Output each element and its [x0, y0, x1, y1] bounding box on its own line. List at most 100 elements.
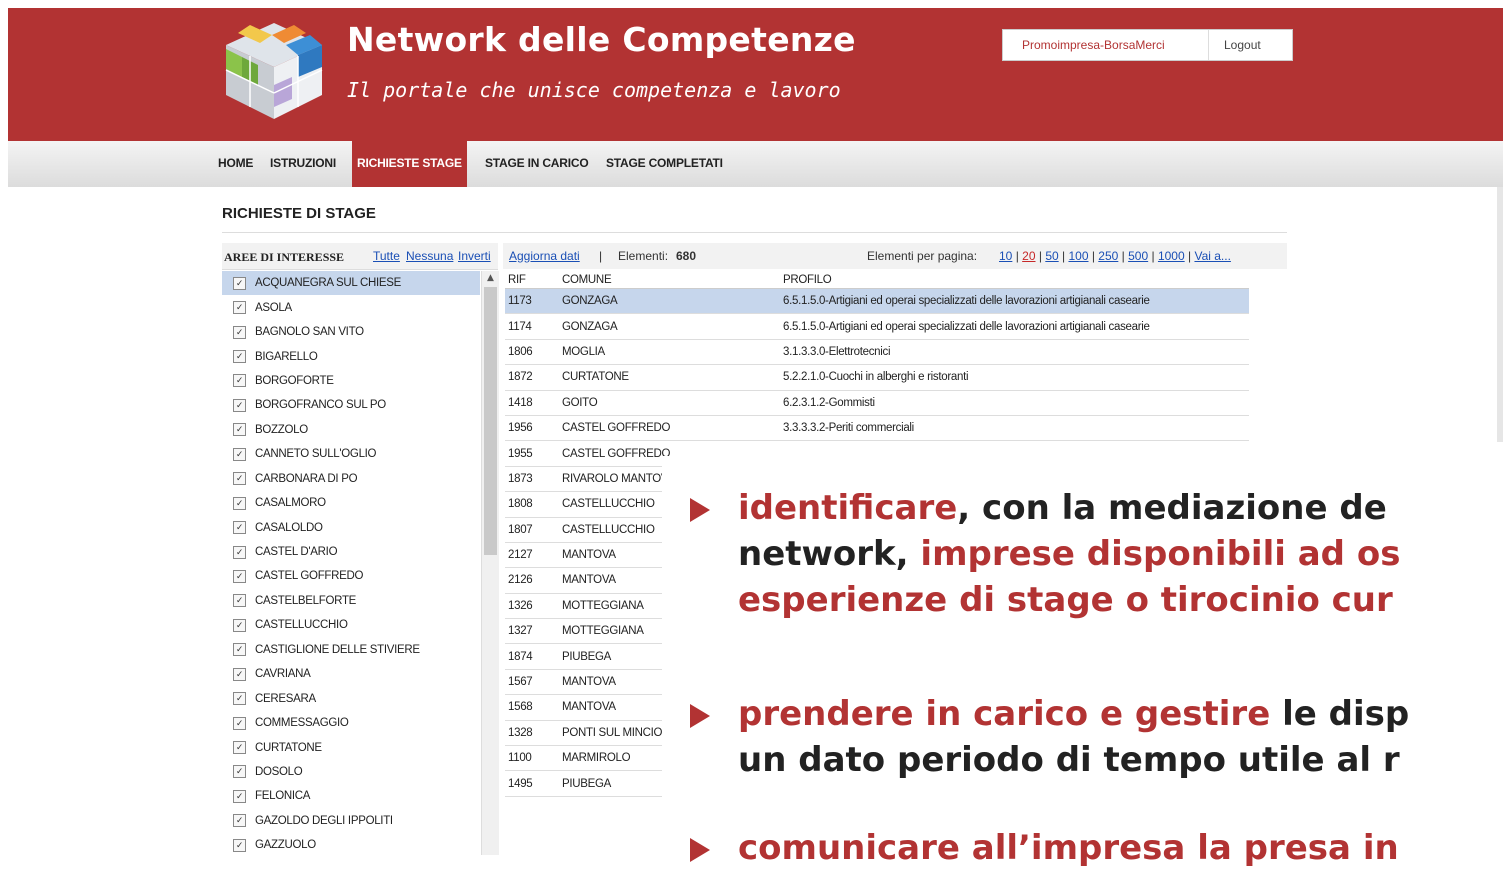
area-item[interactable]: ✓ CASTEL GOFFREDO — [222, 564, 480, 588]
cell-comune: PIUBEGA — [562, 650, 612, 663]
checkbox-checked-icon[interactable]: ✓ — [233, 398, 246, 412]
area-item[interactable]: ✓ CERESARA — [222, 686, 480, 710]
area-item[interactable]: ✓ CANNETO SULL'OGLIO — [222, 442, 480, 466]
checkbox-checked-icon[interactable]: ✓ — [233, 350, 246, 364]
area-item[interactable]: ✓ CARBONARA DI PO — [222, 467, 480, 491]
nav-stage-in-carico[interactable]: STAGE IN CARICO — [485, 141, 589, 187]
bullet-line: comunicare all’impresa la presa in — [738, 827, 1399, 869]
cell-profilo: 3.3.3.3.2-Periti commerciali — [783, 422, 914, 435]
select-none-link[interactable]: Nessuna — [406, 249, 453, 263]
table-row[interactable]: 1872 CURTATONE 5.2.2.1.0-Cuochi in albergh… — [505, 365, 1249, 391]
column-header[interactable]: PROFILO — [783, 274, 832, 286]
table-row[interactable]: 1418 GOITO 6.2.3.1.2-Gommisti — [505, 391, 1249, 416]
nav-richieste-stage[interactable]: RICHIESTE STAGE — [352, 141, 467, 187]
area-item[interactable]: ✓ BAGNOLO SAN VITO — [222, 320, 480, 344]
column-header[interactable]: COMUNE — [562, 274, 612, 286]
checkbox-checked-icon[interactable]: ✓ — [233, 496, 246, 510]
user-box: Promoimpresa-BorsaMerci Logout — [1002, 29, 1293, 61]
site-subtitle: Il portale che unisce competenza e lavor… — [347, 78, 841, 102]
nav-stage-completati[interactable]: STAGE COMPLETATI — [606, 141, 723, 187]
table-row[interactable]: 1173 GONZAGA 6.5.1.5.0-Artigiani ed operai… — [505, 289, 1249, 315]
checkbox-checked-icon[interactable]: ✓ — [233, 472, 246, 486]
area-item-label: CAVRIANA — [255, 668, 311, 681]
invert-selection-link[interactable]: Inverti — [458, 249, 491, 263]
checkbox-checked-icon[interactable]: ✓ — [233, 594, 246, 608]
nav-home[interactable]: HOME — [218, 141, 253, 187]
areas-scrollbar[interactable]: ▲ — [481, 271, 499, 855]
cell-rif: 1956 — [508, 422, 533, 435]
table-row[interactable]: 1174 GONZAGA 6.5.1.5.0-Artigiani ed operai… — [505, 314, 1249, 340]
area-item[interactable]: ✓ CURTATONE — [222, 735, 480, 759]
area-item[interactable]: ✓ CASTELLUCCHIO — [222, 613, 480, 637]
checkbox-checked-icon[interactable]: ✓ — [233, 814, 246, 828]
per-page-option[interactable]: 50 — [1045, 249, 1058, 263]
checkbox-checked-icon[interactable]: ✓ — [233, 545, 246, 559]
area-item[interactable]: ✓ CASALMORO — [222, 491, 480, 515]
area-item[interactable]: ✓ BORGOFORTE — [222, 369, 480, 393]
area-item[interactable]: ✓ ACQUANEGRA SUL CHIESE — [222, 271, 480, 296]
per-page-option[interactable]: 20 — [1022, 249, 1035, 263]
area-item[interactable]: ✓ BIGARELLO — [222, 344, 480, 368]
area-item[interactable]: ✓ CASALOLDO — [222, 515, 480, 539]
area-item-label: CASTELLUCCHIO — [255, 619, 348, 632]
cell-comune: MARMIROLO — [562, 752, 631, 765]
scrollbar-thumb[interactable] — [484, 287, 497, 555]
area-item[interactable]: ✓ COMMESSAGGIO — [222, 711, 480, 735]
area-item[interactable]: ✓ FELONICA — [222, 784, 480, 808]
checkbox-checked-icon[interactable]: ✓ — [233, 521, 246, 535]
cube-logo — [225, 23, 323, 119]
per-page-option[interactable]: 10 — [999, 249, 1012, 263]
checkbox-checked-icon[interactable]: ✓ — [233, 569, 246, 583]
per-page-option[interactable]: 500 — [1128, 249, 1148, 263]
checkbox-checked-icon[interactable]: ✓ — [233, 325, 246, 339]
checkbox-checked-icon[interactable]: ✓ — [233, 765, 246, 779]
main-nav: HOME ISTRUZIONI RICHIESTE STAGE STAGE IN… — [8, 141, 1503, 187]
checkbox-checked-icon[interactable]: ✓ — [233, 838, 246, 852]
bullet-line: un dato periodo di tempo utile al r — [738, 739, 1400, 781]
checkbox-checked-icon[interactable]: ✓ — [233, 276, 246, 290]
checkbox-checked-icon[interactable]: ✓ — [233, 643, 246, 657]
area-item[interactable]: ✓ BOZZOLO — [222, 418, 480, 442]
checkbox-checked-icon[interactable]: ✓ — [233, 789, 246, 803]
table-row[interactable]: 1956 CASTEL GOFFREDO 3.3.3.3.2-Periti comm… — [505, 416, 1249, 442]
nav-istruzioni[interactable]: ISTRUZIONI — [270, 141, 336, 187]
area-item-label: CASTELBELFORTE — [255, 594, 357, 607]
per-page-option[interactable]: 100 — [1068, 249, 1088, 263]
per-page-option[interactable]: 250 — [1098, 249, 1118, 263]
area-item-label: CASTEL D'ARIO — [255, 546, 338, 559]
checkbox-checked-icon[interactable]: ✓ — [233, 423, 246, 437]
area-item[interactable]: ✓ CASTEL D'ARIO — [222, 540, 480, 564]
cell-profilo: 6.5.1.5.0-Artigiani ed operai specializz… — [783, 320, 1150, 333]
per-page-separator: | — [1148, 249, 1158, 263]
scroll-up-icon[interactable]: ▲ — [482, 273, 499, 283]
cell-rif: 1873 — [508, 472, 533, 485]
checkbox-checked-icon[interactable]: ✓ — [233, 692, 246, 706]
per-page-option[interactable]: Vai a... — [1194, 249, 1230, 263]
checkbox-checked-icon[interactable]: ✓ — [233, 618, 246, 632]
checkbox-checked-icon[interactable]: ✓ — [233, 667, 246, 681]
logout-button[interactable]: Logout — [1208, 30, 1261, 60]
area-item[interactable]: ✓ GAZZUOLO — [222, 833, 480, 857]
checkbox-checked-icon[interactable]: ✓ — [233, 374, 246, 388]
area-item[interactable]: ✓ CAVRIANA — [222, 662, 480, 686]
checkbox-checked-icon[interactable]: ✓ — [233, 447, 246, 461]
bullet-highlight: esperienze di stage o tirocinio cur — [738, 580, 1393, 620]
per-page-option[interactable]: 1000 — [1158, 249, 1185, 263]
area-item[interactable]: ✓ DOSOLO — [222, 760, 480, 784]
column-header[interactable]: RIF — [508, 274, 526, 286]
table-row[interactable]: 1806 MOGLIA 3.1.3.3.0-Elettrotecnici — [505, 340, 1249, 366]
page-scrollbar[interactable] — [1497, 187, 1503, 442]
checkbox-checked-icon[interactable]: ✓ — [233, 716, 246, 730]
user-account-link[interactable]: Promoimpresa-BorsaMerci — [1003, 38, 1208, 52]
area-item[interactable]: ✓ CASTELBELFORTE — [222, 589, 480, 613]
area-item[interactable]: ✓ CASTIGLIONE DELLE STIVIERE — [222, 638, 480, 662]
select-all-link[interactable]: Tutte — [373, 249, 400, 263]
area-item[interactable]: ✓ BORGOFRANCO SUL PO — [222, 393, 480, 417]
area-item[interactable]: ✓ ASOLA — [222, 295, 480, 319]
checkbox-checked-icon[interactable]: ✓ — [233, 741, 246, 755]
area-item[interactable]: ✓ GAZOLDO DEGLI IPPOLITI — [222, 809, 480, 833]
refresh-data-link[interactable]: Aggiorna dati — [509, 249, 580, 263]
checkbox-checked-icon[interactable]: ✓ — [233, 301, 246, 315]
cell-comune: GONZAGA — [562, 295, 618, 308]
area-item-label: BAGNOLO SAN VITO — [255, 326, 364, 339]
